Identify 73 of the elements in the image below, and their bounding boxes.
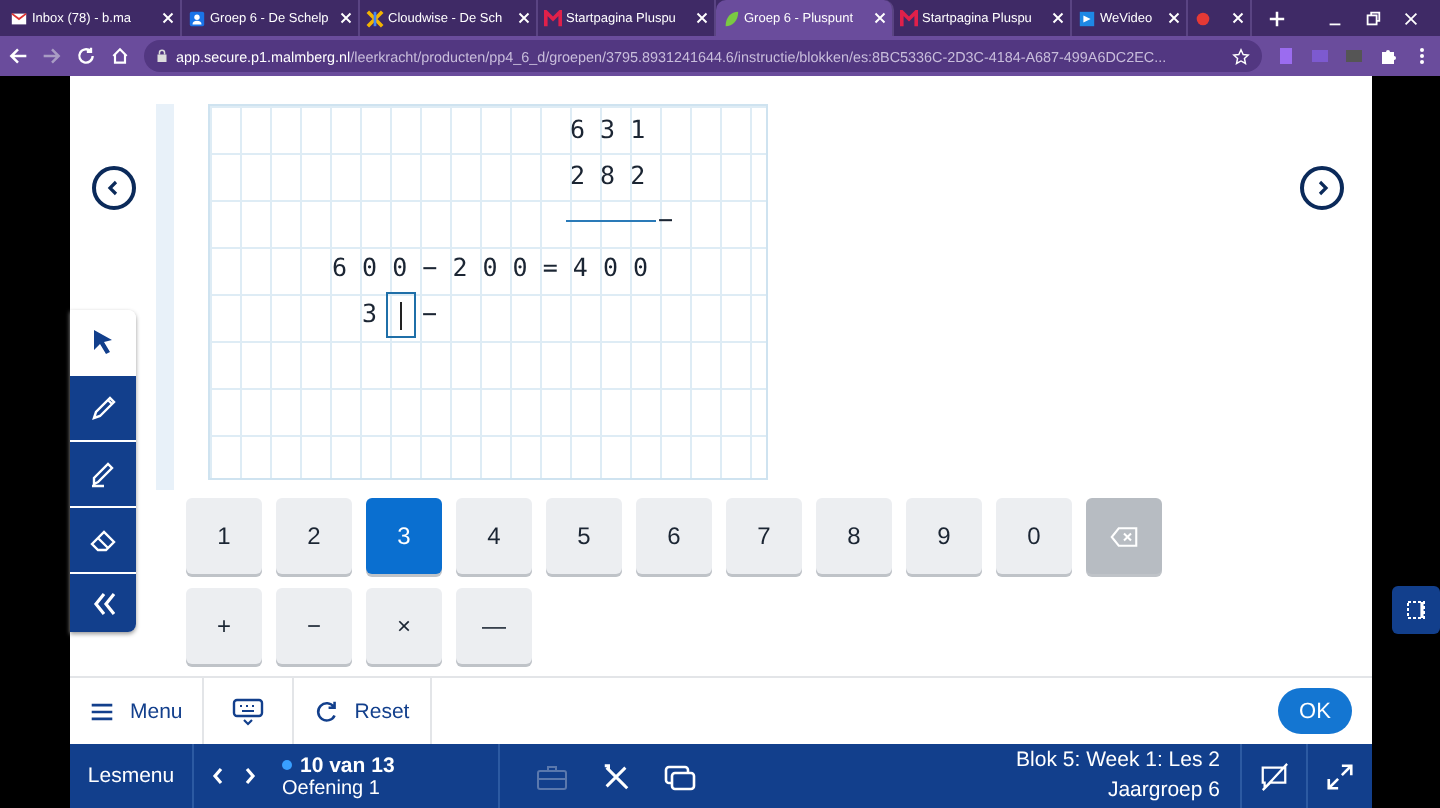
- tool-button[interactable]: [70, 310, 136, 374]
- digit-key[interactable]: 7: [726, 498, 802, 574]
- menu-icon: [90, 699, 114, 723]
- digit-key[interactable]: 1: [186, 498, 262, 574]
- minus-sign: −: [658, 204, 674, 236]
- puzzle-icon[interactable]: [1378, 46, 1398, 66]
- close-icon[interactable]: [1232, 12, 1244, 24]
- close-icon[interactable]: [1168, 12, 1180, 24]
- close-icon[interactable]: [518, 12, 530, 24]
- m-logo-icon: [900, 9, 918, 27]
- group-label: Jaargroep 6: [1107, 776, 1220, 806]
- exercise-label: Oefening 1: [282, 777, 382, 799]
- operator-key[interactable]: ×: [366, 588, 442, 664]
- close-icon[interactable]: [696, 12, 708, 24]
- status-dot: [282, 760, 292, 770]
- close-icon[interactable]: [1052, 12, 1064, 24]
- number-text: 2 8 2: [570, 160, 646, 192]
- digit-key[interactable]: 4: [456, 498, 532, 574]
- marker-icon: [87, 458, 119, 490]
- close-icon[interactable]: [162, 12, 174, 24]
- selection-icon: [1404, 598, 1428, 622]
- digit-key[interactable]: 8: [816, 498, 892, 574]
- operator-key[interactable]: −: [276, 588, 352, 664]
- back-icon[interactable]: [8, 46, 28, 66]
- reset-icon: [314, 699, 339, 723]
- tool-button[interactable]: [70, 574, 136, 632]
- home-icon[interactable]: [110, 46, 130, 66]
- play-icon: [1078, 9, 1096, 27]
- new-tab-icon[interactable]: [1268, 9, 1286, 27]
- digit-key[interactable]: 5: [546, 498, 622, 574]
- digit-key[interactable]: 0: [996, 498, 1072, 574]
- selection-button[interactable]: [1392, 586, 1440, 634]
- digit-key[interactable]: 3: [366, 498, 442, 574]
- answer-field[interactable]: [386, 292, 416, 338]
- close-icon[interactable]: [874, 12, 886, 24]
- operator-key[interactable]: +: [186, 588, 262, 664]
- tool-button[interactable]: [70, 376, 136, 440]
- star-icon[interactable]: [1232, 47, 1250, 65]
- mail-icon: [10, 9, 28, 27]
- operator-key[interactable]: —: [456, 588, 532, 664]
- backspace-icon: [1110, 525, 1138, 547]
- windows-icon[interactable]: [664, 761, 696, 791]
- lock-icon: [156, 48, 168, 64]
- next-button[interactable]: [1300, 166, 1344, 210]
- pencil-icon: [87, 392, 119, 424]
- record-icon: [1194, 9, 1212, 27]
- close-icon[interactable]: [1402, 9, 1420, 27]
- tools-icon[interactable]: [600, 761, 632, 791]
- cross-icon: [366, 9, 384, 27]
- previous-icon[interactable]: [210, 766, 226, 786]
- digit-key[interactable]: 6: [636, 498, 712, 574]
- keyboard-icon: [232, 697, 265, 725]
- close-icon[interactable]: [340, 12, 352, 24]
- m-logo-icon: [544, 9, 562, 27]
- number-text: 6 3 1: [570, 114, 646, 146]
- equation-text: 6 0 0 − 2 0 0 = 4 0 0: [332, 252, 649, 284]
- lesson-label: Blok 5: Week 1: Les 2: [1016, 746, 1220, 776]
- ok-button[interactable]: OK: [1278, 688, 1352, 734]
- leaf-icon: [722, 9, 740, 27]
- tool-button[interactable]: [70, 508, 136, 572]
- reload-icon[interactable]: [76, 46, 96, 66]
- tool-button[interactable]: [70, 442, 136, 506]
- person-icon: [188, 9, 206, 27]
- digit-key[interactable]: 9: [906, 498, 982, 574]
- expand-icon[interactable]: [1324, 761, 1356, 791]
- minus-sign: −: [422, 298, 438, 330]
- next-icon[interactable]: [242, 766, 258, 786]
- forward-icon[interactable]: [42, 46, 62, 66]
- digit-key[interactable]: 2: [276, 498, 352, 574]
- restore-icon[interactable]: [1364, 9, 1382, 27]
- no-comment-icon[interactable]: [1258, 761, 1290, 791]
- progress-label: 10 van 13: [300, 753, 395, 777]
- number-text: 3: [362, 298, 378, 330]
